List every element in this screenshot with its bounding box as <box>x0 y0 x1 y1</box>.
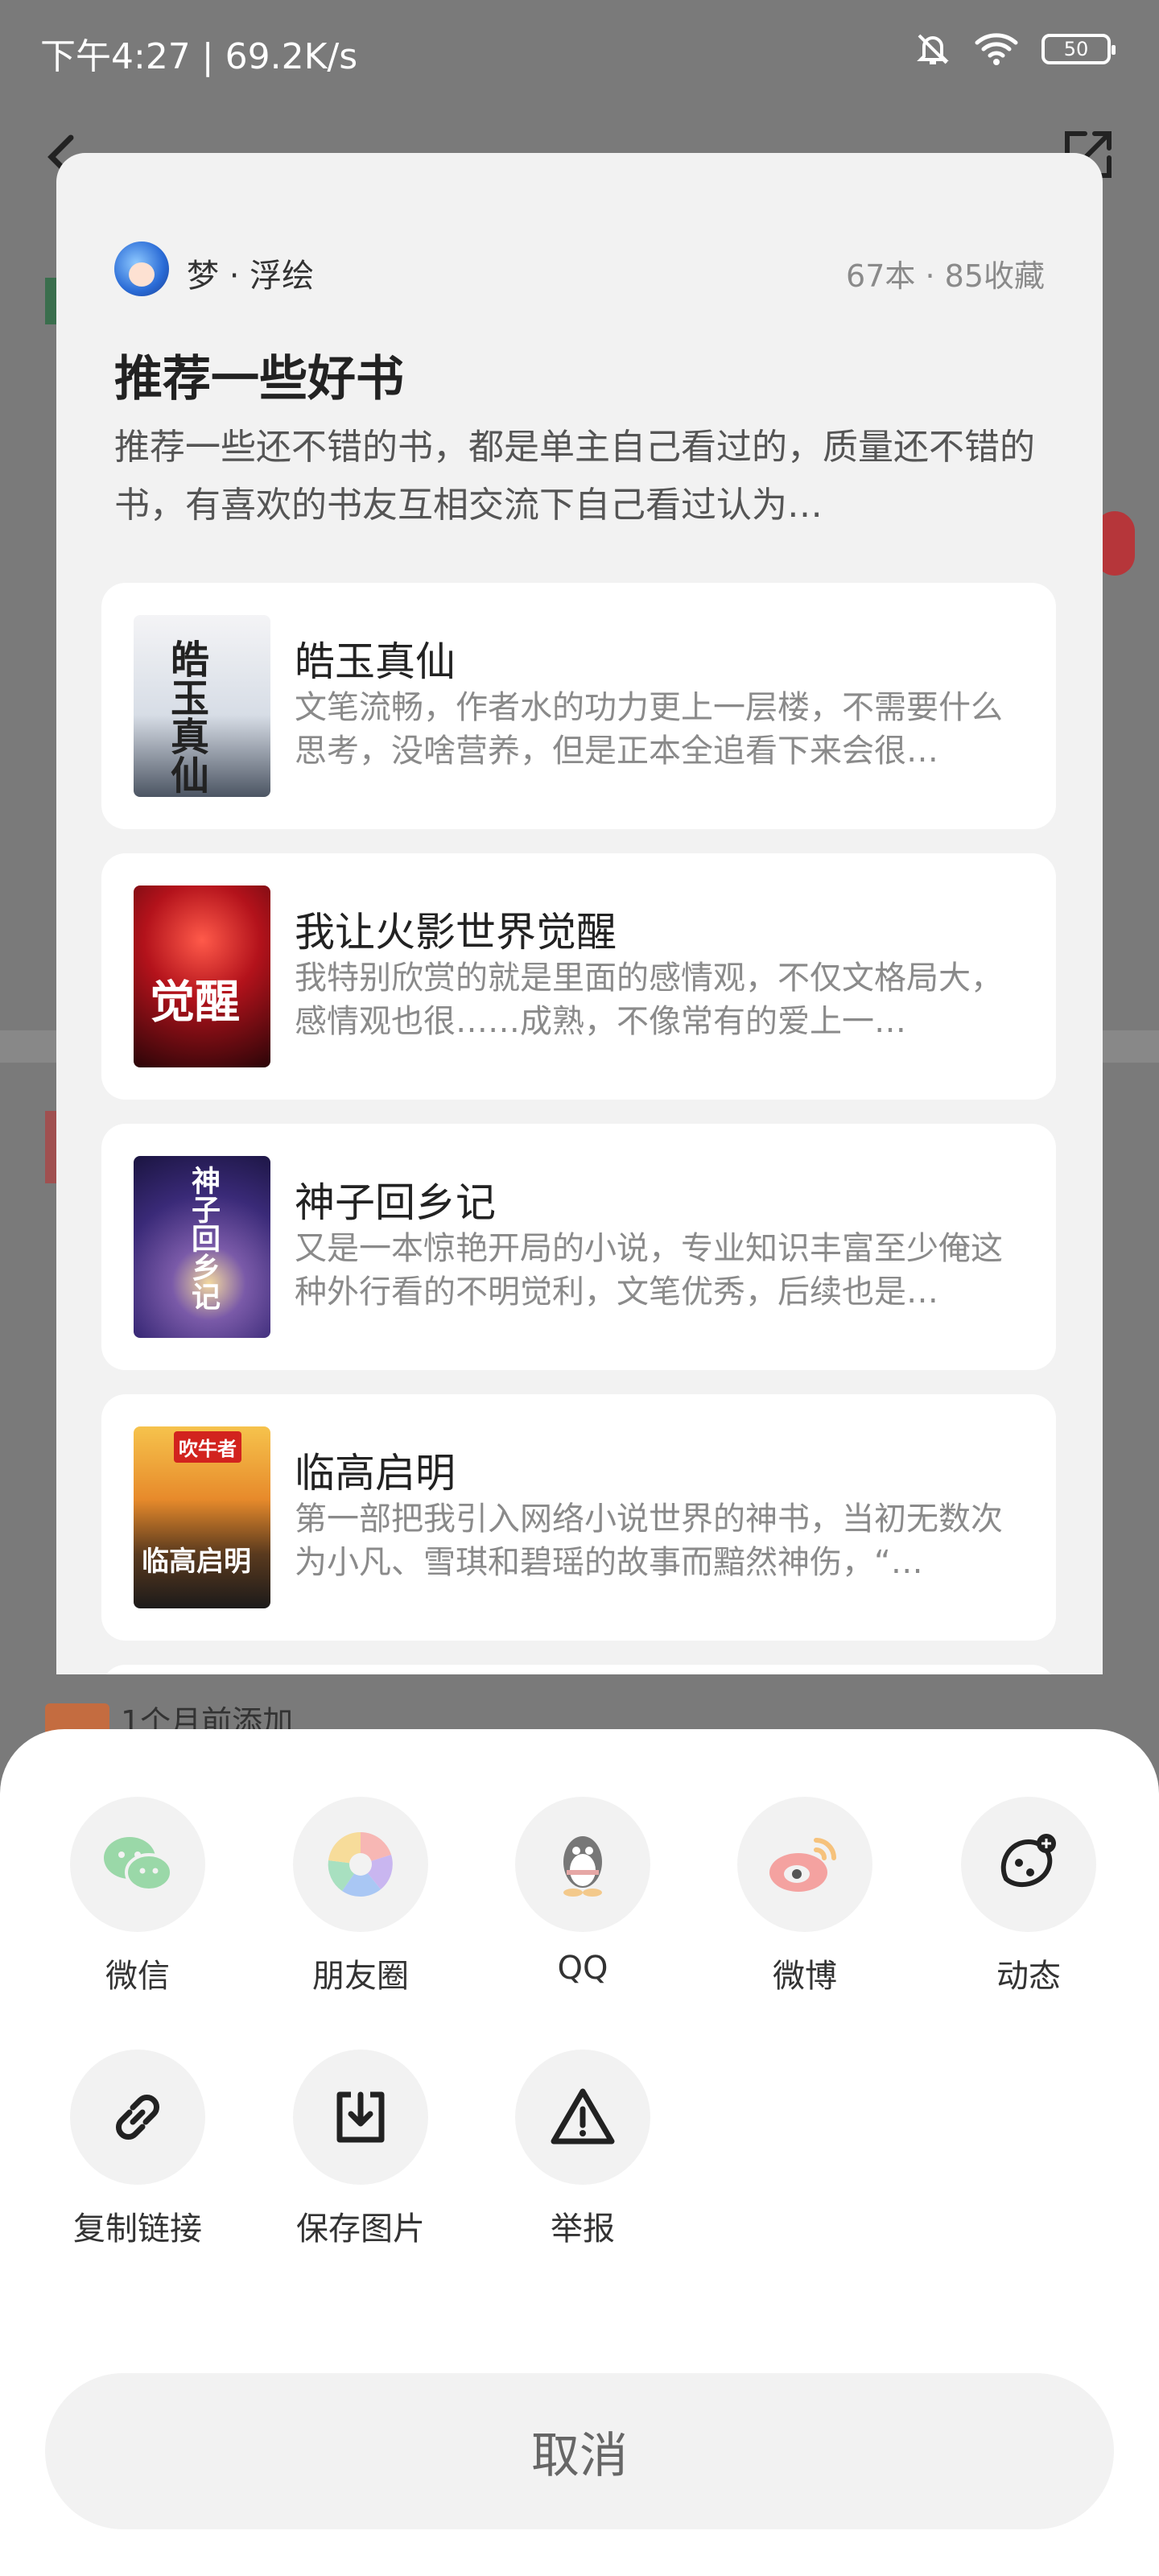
book-title: 我让火影世界觉醒 <box>295 909 617 956</box>
book-review: 文笔流畅，作者水的功力更上一层楼，不需要什么思考，没啥营养，但是正本全追看下来会… <box>295 689 1003 770</box>
share-label: 微信 <box>105 1958 170 1995</box>
book-item: 皓玉真仙 皓玉真仙 文笔流畅，作者水的功力更上一层楼，不需要什么思考，没啥营养，… <box>101 583 1056 829</box>
qq-icon <box>515 1797 650 1932</box>
booklist-title: 推荐一些好书 <box>114 351 404 407</box>
share-label: 举报 <box>551 2211 615 2248</box>
book-title: 临高启明 <box>295 1450 456 1496</box>
book-review: 我特别欣赏的就是里面的感情观，不仅文格局大，感情观也很……成熟，不像常有的爱上一… <box>295 960 1003 1040</box>
share-sheet: 微信 朋友圈 QQ 微博 动态 复制链接 保存图片 举报 取消 <box>0 1729 1159 2576</box>
book-item <box>101 1665 1056 1674</box>
share-label: QQ <box>557 1950 608 1987</box>
battery-icon: 50 <box>1041 34 1116 64</box>
share-weibo-button[interactable]: 微博 <box>724 1797 885 1996</box>
share-label: 保存图片 <box>296 2211 425 2248</box>
share-post-button[interactable]: 动态 <box>948 1797 1109 1996</box>
status-time: 下午4:27 | 69.2K/s <box>40 36 358 77</box>
book-cover: 神子回乡记 <box>134 1156 270 1338</box>
share-label: 复制链接 <box>73 2211 202 2248</box>
book-item: 觉醒 我让火影世界觉醒 我特别欣赏的就是里面的感情观，不仅文格局大，感情观也很…… <box>101 853 1056 1100</box>
moments-icon <box>293 1797 428 1932</box>
share-label: 朋友圈 <box>312 1958 409 1995</box>
book-title: 神子回乡记 <box>295 1179 496 1226</box>
share-label: 动态 <box>996 1958 1061 1995</box>
copy-link-button[interactable]: 复制链接 <box>57 2050 218 2249</box>
cancel-button[interactable]: 取消 <box>45 2373 1114 2529</box>
book-title: 皓玉真仙 <box>295 638 456 685</box>
share-moments-button[interactable]: 朋友圈 <box>280 1797 441 1996</box>
save-image-button[interactable]: 保存图片 <box>280 2050 441 2249</box>
share-label: 微博 <box>773 1958 837 1995</box>
link-icon <box>70 2050 205 2185</box>
book-review: 第一部把我引入网络小说世界的神书，当初无数次为小凡、雪琪和碧瑶的故事而黯然神伤，… <box>295 1501 1003 1581</box>
author-name: 梦 · 浮绘 <box>187 258 315 295</box>
report-button[interactable]: 举报 <box>502 2050 663 2249</box>
wifi-icon <box>974 31 1019 67</box>
mute-bell-icon <box>914 31 951 68</box>
warning-icon <box>515 2050 650 2185</box>
book-item: 神子回乡记 神子回乡记 又是一本惊艳开局的小说，专业知识丰富至少俺这种外行看的不… <box>101 1124 1056 1370</box>
booklist-stats: 67本 · 85收藏 <box>846 258 1045 294</box>
wechat-icon <box>70 1797 205 1932</box>
download-icon <box>293 2050 428 2185</box>
book-review: 又是一本惊艳开局的小说，专业知识丰富至少俺这种外行看的不明觉利，文笔优秀，后续也… <box>295 1230 1003 1311</box>
book-cover: 皓玉真仙 <box>134 615 270 797</box>
status-bar: 下午4:27 | 69.2K/s 50 <box>0 0 1159 105</box>
book-cover: 觉醒 <box>134 886 270 1067</box>
book-item: 吹牛者 临高启明 临高启明 第一部把我引入网络小说世界的神书，当初无数次为小凡、… <box>101 1394 1056 1641</box>
booklist-description: 推荐一些还不错的书，都是单主自己看过的，质量还不错的书，有喜欢的书友互相交流下自… <box>114 427 1035 526</box>
weibo-icon <box>737 1797 872 1932</box>
share-qq-button[interactable]: QQ <box>502 1797 663 1987</box>
post-icon <box>961 1797 1096 1932</box>
book-cover: 吹牛者 临高启明 <box>134 1426 270 1608</box>
booklist-share-card: 梦 · 浮绘 67本 · 85收藏 推荐一些好书 推荐一些还不错的书，都是单主自… <box>56 153 1103 1674</box>
avatar <box>114 242 169 296</box>
share-wechat-button[interactable]: 微信 <box>57 1797 218 1996</box>
